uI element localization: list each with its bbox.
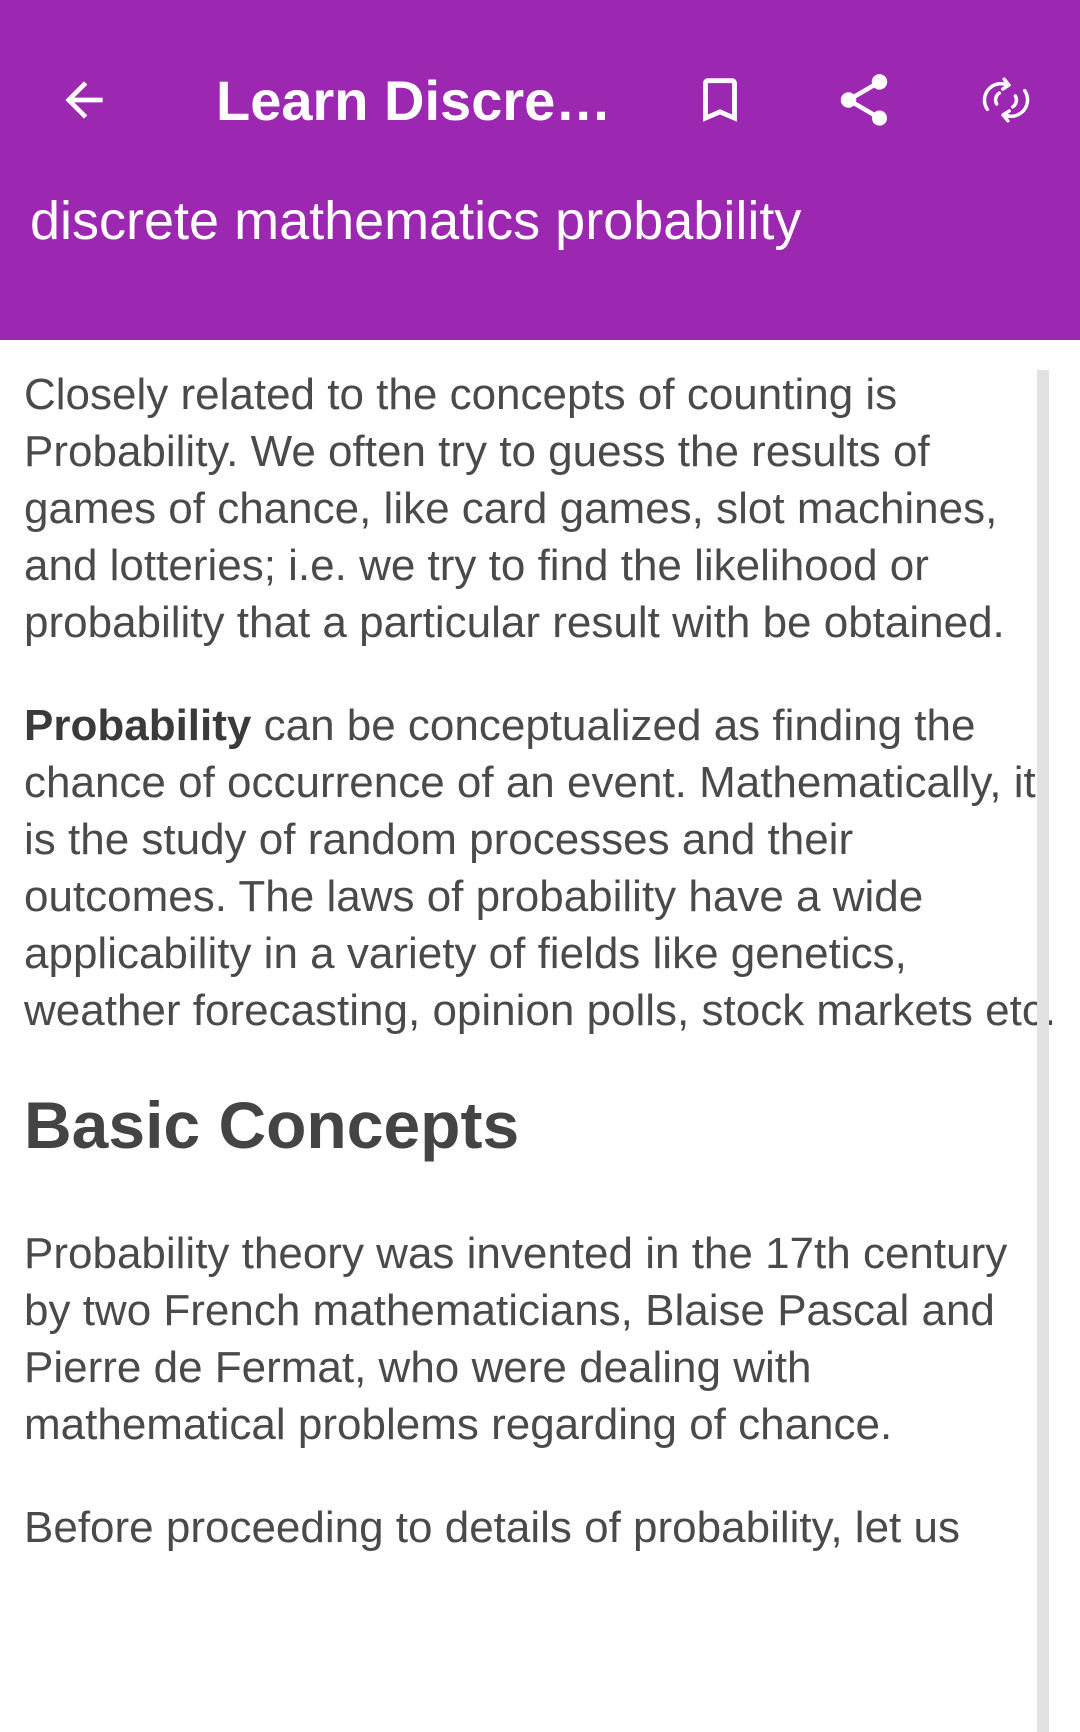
share-button[interactable]: [822, 58, 906, 142]
toolbar: Learn Discret...: [0, 40, 1080, 156]
arrow-back-icon: [65, 81, 103, 119]
paragraph-definition-text: can be conceptualized as finding the cha…: [24, 701, 1057, 1035]
paragraph-continued: Before proceeding to details of probabil…: [24, 1503, 960, 1552]
bookmark-button[interactable]: [678, 58, 762, 142]
paragraph-intro: Closely related to the concepts of count…: [24, 370, 1005, 647]
sync-icon: [982, 77, 1030, 123]
app-bar: Learn Discret... discrete mathematics pr…: [0, 0, 1080, 340]
scrollbar[interactable]: [1037, 370, 1049, 1732]
bold-term: Probability: [24, 701, 252, 750]
page-subtitle: discrete mathematics probability: [30, 191, 802, 251]
article-content[interactable]: Closely related to the concepts of count…: [0, 340, 1080, 1732]
paragraph-definition: Probability can be conceptualized as fin…: [24, 697, 1064, 1039]
app-title: Learn Discret...: [216, 69, 616, 132]
share-icon: [840, 74, 888, 126]
back-button[interactable]: [42, 58, 126, 142]
article-body: Closely related to the concepts of count…: [24, 366, 1064, 1602]
paragraph-history: Probability theory was invented in the 1…: [24, 1229, 1008, 1449]
bookmark-icon: [703, 78, 737, 122]
sync-button[interactable]: [964, 58, 1048, 142]
section-heading: Basic Concepts: [24, 1088, 520, 1162]
